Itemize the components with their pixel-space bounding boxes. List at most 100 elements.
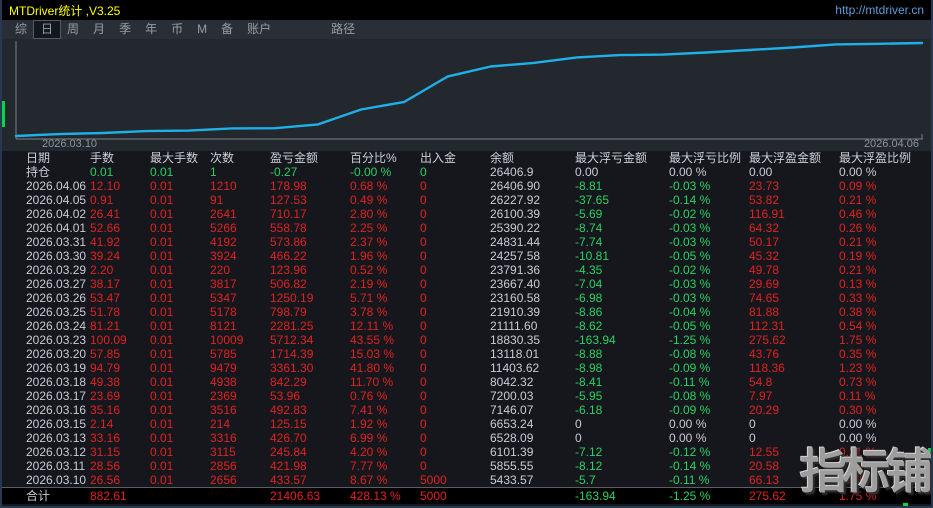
- table-cell: 0: [420, 305, 427, 319]
- table-cell: 0.21 %: [839, 263, 877, 277]
- table-cell: 1250.19: [270, 291, 314, 305]
- column-header: 次数: [210, 151, 235, 165]
- table-cell: 275.62: [749, 333, 786, 347]
- table-cell: 2369: [210, 389, 237, 403]
- table-cell: -0.05 %: [669, 319, 711, 333]
- table-cell: 558.78: [270, 221, 307, 235]
- menu-item-path[interactable]: 路径: [324, 21, 362, 38]
- chart-start-date-label: 2026.03.10: [42, 138, 98, 150]
- table-cell: -4.35: [575, 263, 603, 277]
- menu-item-币[interactable]: 币: [164, 21, 190, 38]
- menu-item-月[interactable]: 月: [86, 21, 112, 38]
- table-cell: -6.98: [575, 291, 603, 305]
- table-cell: 0.21 %: [839, 193, 877, 207]
- table-cell: 5000: [420, 473, 447, 487]
- row-label: 2026.03.10: [26, 473, 87, 487]
- column-header: 最大手数: [150, 151, 199, 165]
- table-cell: -0.11 %: [669, 473, 710, 487]
- table-cell: 5433.57: [490, 473, 534, 487]
- table-cell: 3924: [210, 249, 237, 263]
- table-cell: 41.80 %: [350, 361, 395, 375]
- table-cell: 0: [420, 165, 427, 179]
- table-cell: 7.41 %: [350, 403, 388, 417]
- table-cell: 7.97: [749, 389, 773, 403]
- menu-item-M[interactable]: M: [190, 21, 214, 38]
- table-cell: 2.25 %: [350, 221, 388, 235]
- table-cell: 24831.44: [490, 235, 541, 249]
- menu-item-账户[interactable]: 账户: [240, 21, 278, 38]
- row-label: 2026.03.12: [26, 445, 87, 459]
- table-cell: 214: [210, 417, 231, 431]
- table-cell: [210, 488, 270, 504]
- table-cell: 0.68 %: [350, 179, 388, 193]
- table-cell: 421.98: [270, 459, 307, 473]
- table-cell: 3516: [210, 403, 237, 417]
- menu-item-备[interactable]: 备: [214, 21, 240, 38]
- column-header: 最大浮盈金额: [749, 151, 822, 165]
- row-label: 2026.04.02: [26, 207, 87, 221]
- table-cell: 0.00 %: [839, 417, 877, 431]
- table-cell: 15.03 %: [350, 347, 395, 361]
- website-link[interactable]: http://mtdriver.cn: [835, 3, 924, 17]
- table-cell: 52.66: [90, 221, 121, 235]
- table-cell: -7.04: [575, 277, 603, 291]
- table-cell: -10.81: [575, 249, 610, 263]
- table-cell: 5266: [210, 221, 237, 235]
- table-cell: 0.01: [90, 165, 114, 179]
- table-row: 2026.04.05 0.91 0.01 91 127.53 0.49 % 0 26227.9…: [2, 193, 931, 207]
- table-cell: 178.98: [270, 179, 307, 193]
- table-cell: 245.84: [270, 445, 307, 459]
- column-header: 余额: [490, 151, 515, 165]
- table-cell: 2281.25: [270, 319, 314, 333]
- table-cell: 18830.35: [490, 333, 541, 347]
- table-cell: 0: [420, 277, 427, 291]
- table-cell: 1714.39: [270, 347, 314, 361]
- table-cell: 94.79: [90, 361, 121, 375]
- table-cell: 2.19 %: [350, 277, 388, 291]
- menu-item-季[interactable]: 季: [112, 21, 138, 38]
- table-row: 2026.03.10 26.56 0.01 2656 433.57 8.67 % 5000 5…: [2, 473, 931, 487]
- menu-item-周[interactable]: 周: [60, 21, 86, 38]
- table-cell: 5347: [210, 291, 237, 305]
- table-cell: 0: [420, 179, 427, 193]
- table-cell: -7.12: [575, 445, 603, 459]
- menu-item-年[interactable]: 年: [138, 21, 164, 38]
- table-cell: 2.37 %: [350, 235, 388, 249]
- table-cell: 21111.60: [490, 319, 538, 333]
- table-cell: 0.13 %: [839, 277, 877, 291]
- table-cell: 1.23 %: [839, 361, 877, 375]
- table-cell: -0.09 %: [669, 403, 711, 417]
- table-cell: 12.11 %: [350, 319, 394, 333]
- table-cell: 43.76: [749, 347, 780, 361]
- table-cell: 0.19 %: [839, 249, 877, 263]
- row-label: 2026.04.01: [26, 221, 87, 235]
- table-row: 2026.03.13 33.16 0.01 3316 426.70 6.99 % 0 6528…: [2, 431, 931, 445]
- table-row: 2026.03.23 100.09 0.01 10009 5712.34 43.55 % 0…: [2, 333, 931, 347]
- table-cell: 3115: [210, 445, 236, 459]
- menu-item-综[interactable]: 综: [8, 21, 34, 38]
- table-cell: 7.77 %: [350, 459, 388, 473]
- table-cell: 26406.90: [490, 179, 541, 193]
- table-cell: 49.78: [749, 263, 780, 277]
- menu-item-日[interactable]: 日: [33, 20, 62, 39]
- table-cell: 38.17: [90, 277, 121, 291]
- table-cell: 0: [575, 417, 582, 431]
- table-cell: 0.73 %: [839, 375, 877, 389]
- column-header: 出入金: [420, 151, 457, 165]
- table-row: 2026.03.18 49.38 0.01 4938 842.29 11.70 % 0 804…: [2, 375, 931, 389]
- table-cell: 5712.34: [270, 333, 314, 347]
- left-edge-marker: [2, 101, 5, 127]
- table-cell: -5.7: [575, 473, 596, 487]
- table-cell: 0.00 %: [669, 431, 707, 445]
- table-cell: 0.01: [150, 305, 174, 319]
- table-cell: 0.52 %: [350, 263, 388, 277]
- table-cell: 5.71 %: [350, 291, 388, 305]
- table-cell: 0: [420, 445, 427, 459]
- table-cell: 0.01: [150, 207, 174, 221]
- table-cell: 23.69: [90, 389, 121, 403]
- table-cell: 506.82: [270, 277, 307, 291]
- table-cell: -0.03 %: [669, 235, 711, 249]
- table-cell: 81.88: [749, 305, 780, 319]
- row-label: 2026.03.13: [26, 431, 87, 445]
- balance-chart: 2026.03.10 2026.04.06: [2, 39, 931, 151]
